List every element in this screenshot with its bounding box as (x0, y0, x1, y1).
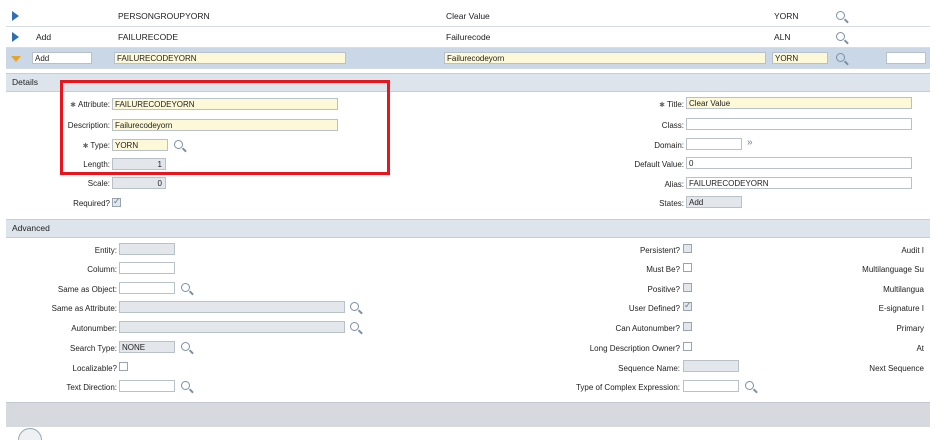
at-label: At (916, 344, 924, 353)
autonumber-field (119, 321, 345, 333)
required-checkbox (112, 196, 121, 207)
advanced-section-label: Advanced (12, 223, 50, 233)
primary-label: Primary (896, 324, 924, 333)
table-row-selected[interactable]: Add FAILURECODEYORN Failurecodeyorn YORN (6, 48, 930, 69)
search-type-field[interactable]: NONE (119, 341, 175, 353)
alias-label: Alias: (664, 180, 684, 189)
text-direction-search-icon[interactable] (181, 381, 190, 390)
same-as-attribute-label: Same as Attribute: (51, 304, 117, 313)
row-attribute: FAILURECODE (118, 32, 178, 42)
sequence-name-label: Sequence Name: (618, 364, 680, 373)
domain-field[interactable] (686, 138, 742, 150)
row-title: Failurecode (446, 32, 491, 42)
autonumber-label: Autonumber: (71, 324, 117, 333)
scroll-handle[interactable] (18, 428, 42, 440)
required-label: Required? (73, 199, 110, 208)
row-title: Clear Value (446, 11, 490, 21)
row-type: ALN (774, 32, 791, 42)
localizable-label: Localizable? (72, 364, 117, 373)
multilanguage-supported-label: Multilanguage Su (862, 265, 924, 274)
details-section-label: Details (12, 77, 38, 87)
row-extra-field[interactable] (886, 52, 926, 64)
same-as-attribute-field (119, 301, 345, 313)
title-field[interactable]: Clear Value (686, 97, 912, 109)
entity-field (119, 243, 175, 255)
persistent-label: Persistent? (639, 246, 680, 255)
alias-field[interactable]: FAILURECODEYORN (686, 177, 912, 189)
expand-row-icon[interactable] (12, 11, 19, 21)
user-defined-checkbox (683, 300, 692, 311)
default-value-field[interactable]: 0 (686, 157, 912, 169)
multilanguage-label: Multilangua (883, 285, 924, 294)
search-type-label: Search Type: (70, 344, 117, 353)
complex-expression-search-icon[interactable] (745, 381, 754, 390)
row-attribute: PERSONGROUPYORN (118, 11, 210, 21)
search-icon[interactable] (836, 53, 845, 62)
row-action: Add (36, 32, 52, 42)
must-be-label: Must Be? (646, 265, 680, 274)
text-direction-label: Text Direction: (66, 383, 117, 392)
same-as-object-field[interactable] (119, 282, 175, 294)
row-title-input[interactable]: Failurecodeyorn (444, 52, 766, 64)
states-label: States: (659, 199, 684, 208)
states-field: Add (686, 196, 742, 208)
class-label: Class: (661, 121, 684, 130)
text-direction-field[interactable] (119, 380, 175, 392)
localizable-checkbox[interactable] (119, 362, 128, 371)
scale-field: 0 (112, 177, 166, 189)
expand-row-icon[interactable] (12, 32, 19, 42)
can-autonumber-label: Can Autonumber? (615, 324, 681, 333)
table-row[interactable]: PERSONGROUPYORN Clear Value YORN (6, 6, 930, 27)
column-label: Column: (87, 265, 117, 274)
next-sequence-label: Next Sequence (869, 364, 924, 373)
sequence-name-field (683, 360, 739, 372)
long-description-owner-checkbox[interactable] (683, 342, 692, 351)
row-type: YORN (774, 11, 799, 21)
audit-label: Audit I (901, 246, 924, 255)
annotation-highlight-box (60, 80, 390, 175)
scale-label: Scale: (87, 179, 110, 188)
long-description-owner-label: Long Description Owner? (589, 344, 680, 353)
search-icon[interactable] (836, 11, 845, 20)
advanced-section-header[interactable]: Advanced (6, 219, 930, 238)
entity-label: Entity: (94, 246, 117, 255)
search-icon[interactable] (836, 32, 845, 41)
e-signature-label: E-signature I (878, 304, 924, 313)
row-attribute-input[interactable]: FAILURECODEYORN (114, 52, 346, 64)
domain-label: Domain: (654, 141, 684, 150)
positive-checkbox (683, 283, 692, 292)
must-be-checkbox[interactable] (683, 263, 692, 272)
user-defined-label: User Defined? (628, 304, 680, 313)
same-as-object-search-icon[interactable] (181, 283, 190, 292)
collapse-row-icon[interactable] (11, 56, 21, 62)
search-type-search-icon[interactable] (181, 342, 190, 351)
row-type-input[interactable]: YORN (772, 52, 828, 64)
autonumber-search-icon[interactable] (350, 322, 359, 331)
row-action: Add (32, 52, 92, 64)
column-field[interactable] (119, 262, 175, 274)
complex-expression-field[interactable] (683, 380, 739, 392)
table-row[interactable]: Add FAILURECODE Failurecode ALN (6, 27, 930, 48)
same-as-object-label: Same as Object: (57, 285, 117, 294)
same-as-attribute-search-icon[interactable] (350, 302, 359, 311)
default-value-label: Default Value: (634, 160, 684, 169)
footer-bar (6, 402, 930, 427)
persistent-checkbox (683, 244, 692, 253)
positive-label: Positive? (647, 285, 680, 294)
domain-detail-icon[interactable]: » (747, 137, 753, 148)
title-label: ✱ Title: (659, 100, 684, 109)
class-field[interactable] (686, 118, 912, 130)
complex-expression-label: Type of Complex Expression: (575, 383, 680, 392)
can-autonumber-checkbox (683, 322, 692, 331)
